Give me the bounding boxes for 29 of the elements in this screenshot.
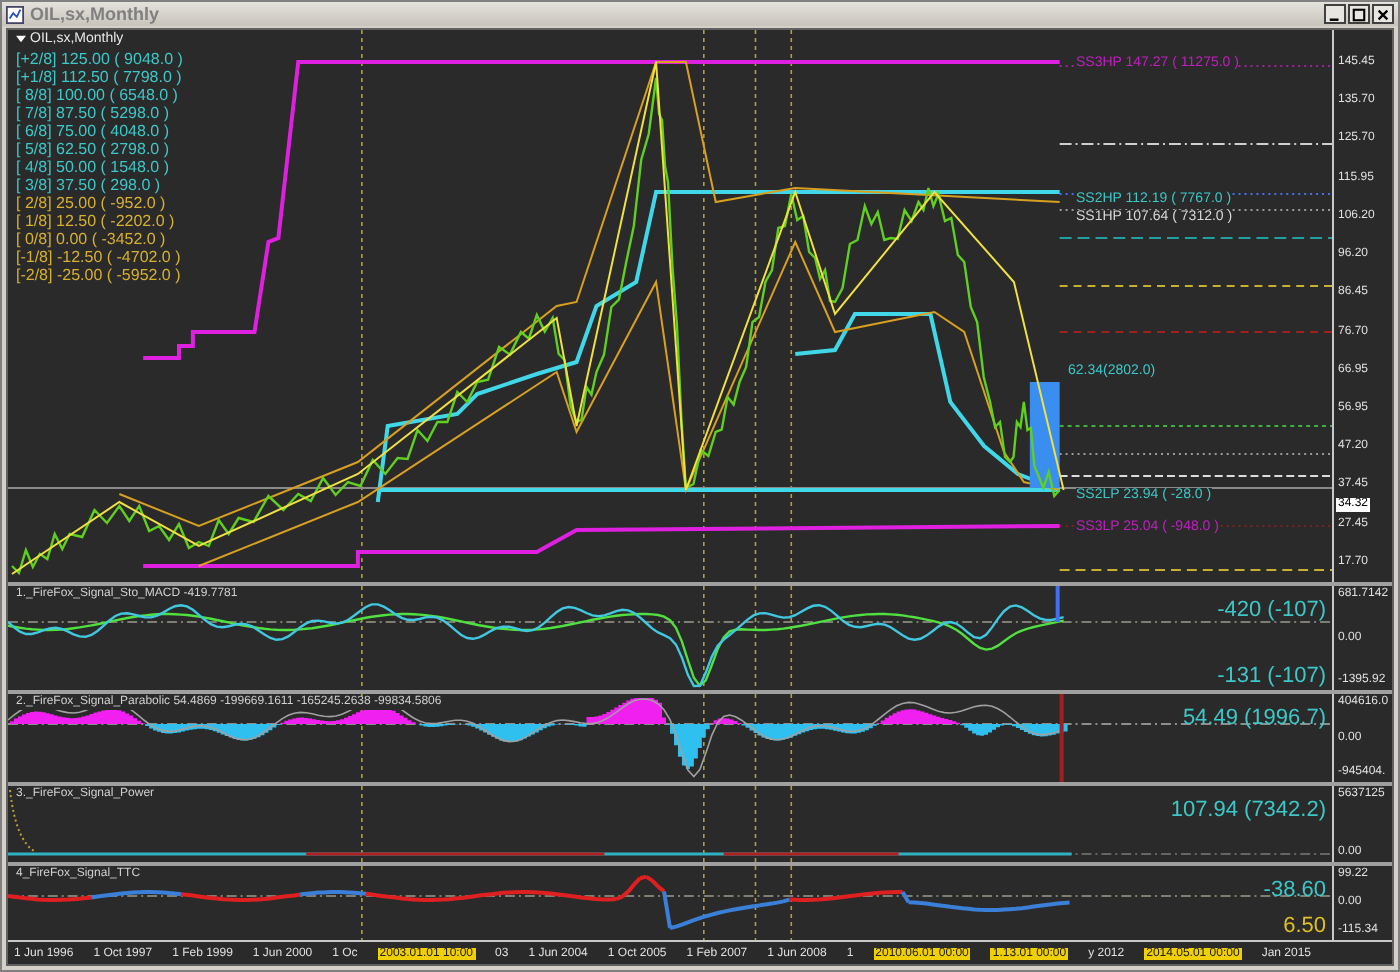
- murrey-level-label: [ 3/8] 37.50 ( 298.0 ): [16, 176, 163, 194]
- collapse-icon[interactable]: [16, 34, 26, 44]
- maximize-button[interactable]: [1348, 4, 1370, 24]
- window-title: OIL,sx,Monthly: [30, 4, 162, 24]
- murrey-level-label: [ 5/8] 62.50 ( 2798.0 ): [16, 140, 172, 158]
- close-button[interactable]: [1372, 4, 1394, 24]
- maximize-icon: [1352, 7, 1366, 21]
- indicator-value: 54.49 (1996.7): [1182, 706, 1326, 730]
- murrey-level-label: [ 4/8] 50.00 ( 1548.0 ): [16, 158, 172, 176]
- indicator-value: -131 (-107): [1217, 664, 1326, 688]
- chart-icon: [6, 5, 24, 23]
- indicator-value: 6.50: [1283, 914, 1326, 938]
- murrey-level-label: [ 2/8] 25.00 ( -952.0 ): [16, 194, 168, 212]
- marker-bar: [1055, 586, 1060, 622]
- indicator-value: 107.94 (7342.2): [1170, 798, 1326, 822]
- murrey-level-label: [ 6/8] 75.00 ( 4048.0 ): [16, 122, 172, 140]
- murrey-level-label: [-2/8] -25.00 ( -5952.0 ): [16, 266, 183, 284]
- murrey-level-label: [ 7/8] 87.50 ( 5298.0 ): [16, 104, 172, 122]
- indicator-value: -38.60: [1263, 878, 1326, 902]
- indicator-value: -420 (-107): [1217, 598, 1326, 622]
- murrey-level-label: [+1/8] 112.50 ( 7798.0 ): [16, 68, 183, 86]
- murrey-level-label: [-1/8] -12.50 ( -4702.0 ): [16, 248, 183, 266]
- murrey-level-label: [ 0/8] 0.00 ( -3452.0 ): [16, 230, 168, 248]
- murrey-level-label: [+2/8] 125.00 ( 9048.0 ): [16, 50, 183, 68]
- murrey-level-label: [ 8/8] 100.00 ( 6548.0 ): [16, 86, 180, 104]
- minimize-button[interactable]: [1324, 4, 1346, 24]
- close-icon: [1376, 7, 1390, 21]
- marker-bar: [1059, 694, 1064, 782]
- murrey-level-label: [ 1/8] 12.50 ( -2202.0 ): [16, 212, 177, 230]
